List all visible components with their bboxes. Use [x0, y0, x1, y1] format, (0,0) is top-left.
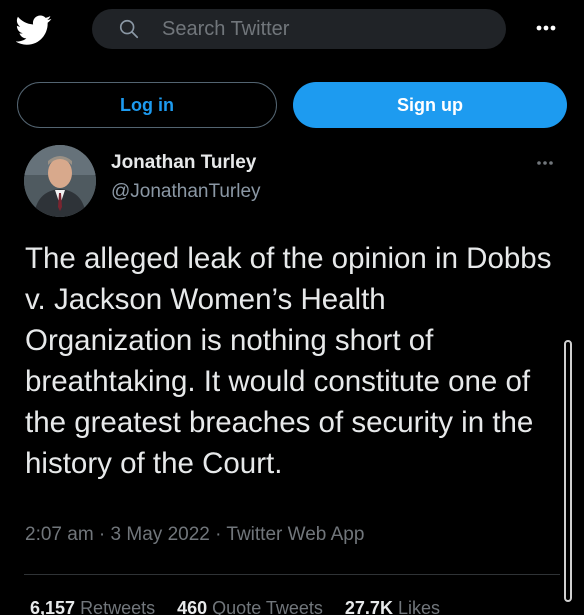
quotes-stat[interactable]: 460 Quote Tweets: [177, 598, 323, 615]
tweet-text: The alleged leak of the opinion in Dobbs…: [25, 242, 552, 480]
likes-label: Likes: [397, 598, 440, 615]
avatar-portrait: [24, 145, 96, 217]
tweet-source[interactable]: Twitter Web App: [226, 524, 364, 545]
more-horizontal-icon[interactable]: [530, 18, 560, 38]
tweet-time[interactable]: 2:07 am: [25, 524, 94, 545]
quotes-count: 460: [177, 598, 208, 615]
retweets-stat[interactable]: 6,157 Retweets: [30, 598, 155, 615]
signup-button[interactable]: Sign up: [293, 82, 567, 128]
meta-separator: ·: [93, 524, 111, 545]
scrollbar[interactable]: [564, 340, 572, 602]
author-name[interactable]: Jonathan Turley: [111, 152, 256, 174]
retweets-label: Retweets: [80, 598, 156, 615]
login-button[interactable]: Log in: [17, 82, 277, 128]
divider: [24, 574, 560, 575]
author-handle[interactable]: @JonathanTurley: [111, 181, 261, 203]
twitter-bird-icon[interactable]: [16, 12, 52, 48]
tweet-date[interactable]: 3 May 2022: [111, 524, 210, 545]
retweets-count: 6,157: [30, 598, 76, 615]
search-input[interactable]: [162, 9, 492, 49]
likes-count: 27.7K: [344, 598, 393, 615]
avatar[interactable]: [24, 145, 96, 217]
likes-stat[interactable]: 27.7K Likes: [345, 598, 440, 615]
tweet-stats: 6,157 Retweets 460 Quote Tweets 27.7K Like…: [30, 598, 440, 615]
meta-separator: ·: [209, 524, 227, 545]
top-bar: [0, 0, 584, 60]
search-icon: [119, 19, 139, 39]
tweet-meta: 2:07 am · 3 May 2022 · Twitter Web App: [25, 524, 364, 546]
quotes-label: Quote Tweets: [212, 598, 323, 615]
search-box[interactable]: [92, 9, 506, 49]
tweet-more-icon[interactable]: [530, 156, 560, 170]
